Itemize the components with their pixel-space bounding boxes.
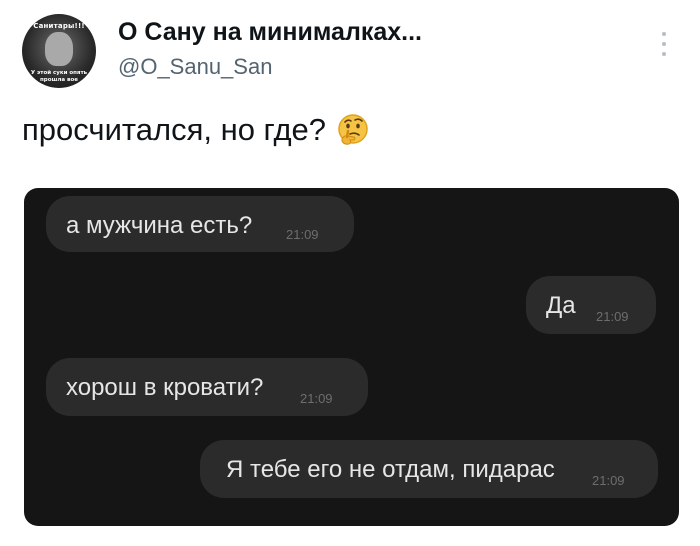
chat-message-outgoing: Да 21:09 bbox=[526, 276, 656, 334]
tweet-text: просчитался, но где? bbox=[22, 112, 370, 148]
chat-message-incoming: а мужчина есть? 21:09 bbox=[46, 196, 354, 252]
message-timestamp: 21:09 bbox=[286, 227, 319, 242]
chat-screenshot: а мужчина есть? 21:09 Да 21:09 хорош в к… bbox=[24, 188, 679, 526]
message-timestamp: 21:09 bbox=[596, 309, 629, 324]
message-text: а мужчина есть? bbox=[66, 212, 253, 239]
avatar-face bbox=[45, 32, 73, 66]
message-text: Я тебе его не отдам, пидарас bbox=[226, 456, 555, 483]
thinking-face-icon bbox=[336, 113, 370, 147]
author-display-name[interactable]: О Сану на минималках... bbox=[118, 18, 422, 47]
avatar[interactable]: Санитары!!! У этой суки опять прошла вое bbox=[22, 14, 96, 88]
more-dot bbox=[662, 32, 666, 36]
avatar-caption-bottom: У этой суки опять прошла вое bbox=[30, 70, 88, 83]
more-vertical-icon[interactable] bbox=[660, 30, 668, 60]
message-text: хорош в кровати? bbox=[66, 374, 264, 401]
message-timestamp: 21:09 bbox=[300, 391, 333, 406]
chat-message-incoming: хорош в кровати? 21:09 bbox=[46, 358, 368, 416]
chat-message-outgoing: Я тебе его не отдам, пидарас 21:09 bbox=[200, 440, 658, 498]
avatar-caption-top: Санитары!!! bbox=[33, 22, 85, 30]
tweet-text-content: просчитался, но где? bbox=[22, 112, 327, 147]
message-timestamp: 21:09 bbox=[592, 473, 625, 488]
message-text: Да bbox=[546, 292, 576, 319]
more-dot bbox=[662, 42, 666, 46]
more-dot bbox=[662, 52, 666, 56]
author-handle[interactable]: @O_Sanu_San bbox=[118, 54, 272, 80]
